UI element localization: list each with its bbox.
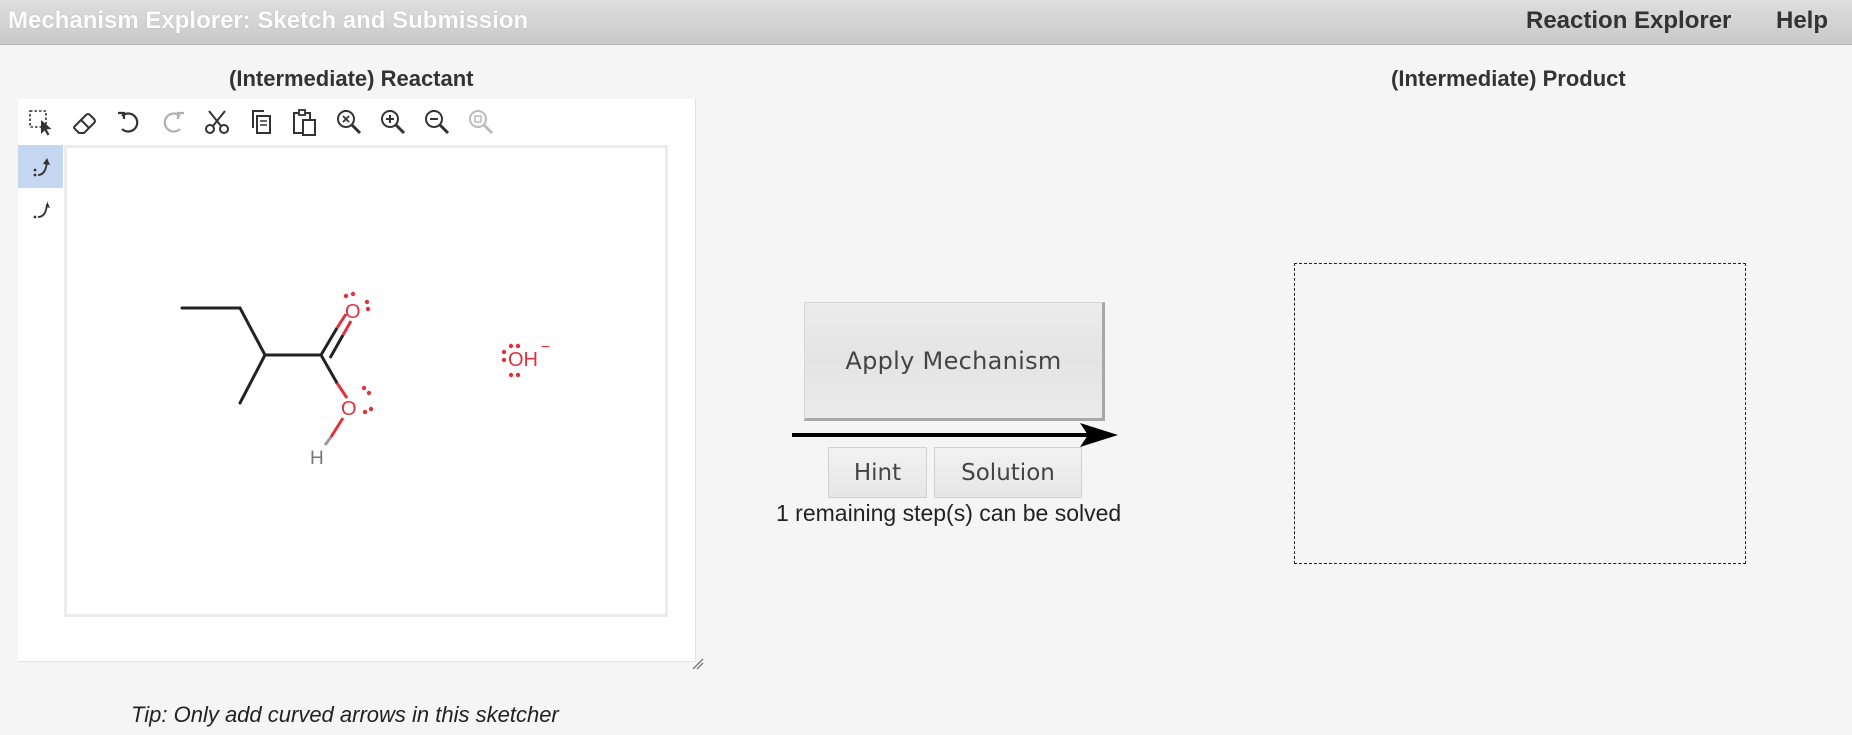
bond: [329, 417, 345, 438]
curved-arrow-single-electron-icon[interactable]: [18, 188, 63, 231]
reactant-sketcher: O O H OH −: [18, 99, 704, 670]
product-title: (Intermediate) Product: [1391, 66, 1626, 91]
charge-label: −: [541, 339, 550, 356]
curved-arrow-electron-pair-icon[interactable]: [18, 145, 63, 188]
apply-mechanism-button[interactable]: Apply Mechanism: [804, 302, 1105, 421]
top-bar: Mechanism Explorer: Sketch and Submissio…: [0, 0, 1852, 45]
atom-label: O: [345, 301, 361, 323]
undo-icon[interactable]: [112, 105, 146, 139]
zoom-fit-icon[interactable]: [332, 105, 366, 139]
bond: [323, 436, 333, 446]
select-icon[interactable]: [24, 105, 58, 139]
bond: [238, 306, 267, 357]
resize-handle[interactable]: [691, 657, 705, 671]
reactant-title: (Intermediate) Reactant: [229, 66, 474, 91]
product-drop-area: [1294, 263, 1746, 564]
copy-icon[interactable]: [244, 105, 278, 139]
bond: [335, 382, 349, 399]
sketcher-tip: Tip: Only add curved arrows in this sket…: [131, 702, 559, 727]
sketch-canvas[interactable]: O O H OH −: [64, 145, 668, 617]
cut-icon[interactable]: [200, 105, 234, 139]
solution-button[interactable]: Solution: [934, 447, 1082, 498]
hydroxide-label: OH: [508, 349, 538, 371]
bond: [238, 353, 267, 405]
bond: [319, 353, 339, 385]
zoom-out-icon[interactable]: [420, 105, 454, 139]
molecule-drawing: O O H OH −: [180, 291, 550, 469]
paste-icon[interactable]: [288, 105, 322, 139]
nav-help[interactable]: Help: [1776, 7, 1828, 35]
app-title: Mechanism Explorer: Sketch and Submissio…: [8, 7, 529, 34]
nav-reaction-explorer[interactable]: Reaction Explorer: [1526, 7, 1731, 35]
eraser-icon[interactable]: [68, 105, 102, 139]
bond: [341, 320, 353, 336]
remaining-steps-text: 1 remaining step(s) can be solved: [776, 500, 1122, 526]
hint-button[interactable]: Hint: [828, 447, 927, 498]
zoom-in-icon[interactable]: [376, 105, 410, 139]
atom-label: H: [310, 448, 324, 469]
redo-icon[interactable]: [156, 105, 190, 139]
atom-label: O: [341, 398, 357, 420]
zoom-reset-icon[interactable]: [464, 105, 498, 139]
